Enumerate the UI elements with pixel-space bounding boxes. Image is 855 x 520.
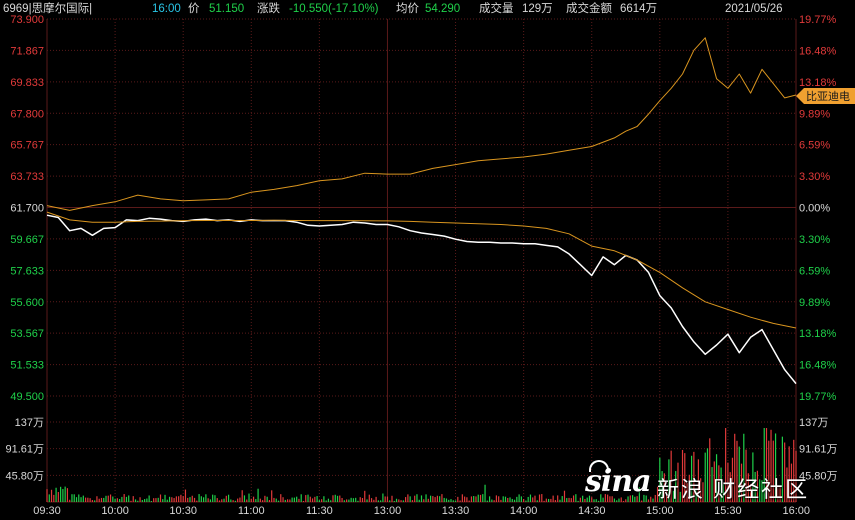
x-tick: 13:00 — [374, 505, 402, 517]
y-tick-right: 16.48% — [799, 360, 837, 372]
y-tick-right: 13.18% — [799, 77, 837, 89]
watermark-text: 新浪 财经社区 — [657, 477, 810, 502]
y-tick-left: 49.500 — [10, 391, 44, 403]
x-tick: 11:00 — [238, 505, 265, 517]
volume-tick-left: 45.80万 — [5, 470, 44, 482]
y-tick-right: 9.89% — [799, 297, 830, 309]
y-tick-right: 6.59% — [799, 265, 830, 277]
amount-label: 成交金额 — [566, 3, 612, 15]
y-tick-right: 9.89% — [799, 108, 830, 120]
x-tick: 14:00 — [510, 505, 538, 517]
avg-value: 54.290 — [425, 3, 461, 15]
quote-header: 6969|思摩尔国际| 16:00 价 51.150 涨跌 -10.550(-1… — [0, 0, 855, 19]
price-line — [46, 214, 797, 385]
y-tick-left: 63.733 — [10, 171, 44, 183]
y-tick-left: 65.767 — [10, 140, 44, 152]
compare-tag-label: 比亚迪电 — [806, 90, 850, 103]
quote-time: 16:00 — [152, 3, 181, 15]
change-label: 涨跌 — [257, 3, 280, 15]
y-tick-left: 67.800 — [10, 108, 44, 120]
x-tick: 11:30 — [306, 505, 333, 517]
compare-line — [46, 37, 797, 211]
y-tick-left: 71.867 — [10, 45, 44, 57]
x-tick: 09:30 — [33, 505, 61, 517]
change-value: -10.550(-17.10%) — [289, 3, 379, 15]
y-tick-left: 55.600 — [10, 297, 44, 309]
amount-value: 6614万 — [620, 3, 658, 15]
y-tick-left: 59.667 — [10, 234, 44, 246]
y-tick-left: 57.633 — [10, 265, 44, 277]
y-axis-left-ticks: 73.90071.86769.83367.80065.76763.73361.7… — [10, 14, 44, 403]
y-tick-right: 19.77% — [799, 391, 837, 403]
y-tick-left: 53.567 — [10, 328, 44, 340]
y-tick-right: 0.00% — [799, 203, 830, 215]
sina-logo: sina — [585, 464, 652, 499]
y-tick-right: 13.18% — [799, 328, 837, 340]
y-tick-left: 51.533 — [10, 360, 44, 372]
y-tick-right: 16.48% — [799, 45, 837, 57]
x-tick: 13:30 — [442, 505, 470, 517]
price-label: 价 — [188, 3, 200, 15]
volume-tick-right: 91.61万 — [799, 444, 838, 456]
volume-tick-left: 137万 — [15, 417, 44, 429]
volume-tick-left: 91.61万 — [5, 444, 44, 456]
x-tick: 10:30 — [169, 505, 197, 517]
price-value: 51.150 — [209, 3, 245, 15]
volume-label: 成交量 — [479, 3, 514, 15]
y-axis-right-ticks: 19.77% 16.48% 13.18% 9.89% 6.59% 3.30% 0.00% 3.… — [799, 14, 837, 403]
volume-tick-right: 137万 — [799, 417, 828, 429]
quote-date: 2021/05/26 — [725, 3, 783, 15]
sina-watermark: sina 新浪 财经社区 — [585, 458, 835, 508]
stock-name: 6969|思摩尔国际| — [3, 3, 93, 15]
intraday-chart: 73.90071.86769.83367.80065.76763.73361.7… — [5, 14, 855, 517]
y-tick-right: 6.59% — [799, 140, 830, 152]
volume-value: 129万 — [522, 3, 553, 15]
y-tick-right: 3.30% — [799, 171, 830, 183]
avg-label: 均价 — [396, 3, 419, 15]
y-tick-left: 69.833 — [10, 77, 44, 89]
chart-grid — [46, 18, 797, 503]
y-tick-right: 3.30% — [799, 234, 830, 246]
y-tick-left: 61.700 — [10, 203, 44, 215]
compare-series-tag[interactable]: 比亚迪电 — [796, 88, 855, 104]
chart-series — [46, 37, 797, 385]
x-tick: 10:00 — [101, 505, 129, 517]
